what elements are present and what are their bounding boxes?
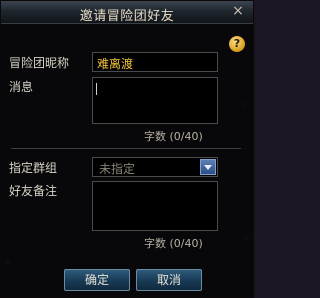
group-selected-value: 未指定	[99, 162, 136, 176]
nickname-field: 难离渡	[92, 52, 218, 72]
confirm-button[interactable]: 确定	[64, 269, 130, 291]
invite-friend-dialog: 邀请冒险团好友 × ? 冒险团昵称 难离渡 消息 字数 (0/40) 指定群组 …	[0, 0, 254, 298]
group-label: 指定群组	[9, 161, 58, 175]
dialog-titlebar[interactable]: 邀请冒险团好友 ×	[1, 1, 253, 24]
close-icon[interactable]: ×	[231, 4, 245, 18]
remark-char-counter: 字数 (0/40)	[144, 237, 203, 250]
cancel-button[interactable]: 取消	[136, 269, 202, 291]
message-char-counter: 字数 (0/40)	[144, 130, 203, 143]
message-label: 消息	[9, 80, 34, 94]
group-select[interactable]: 未指定	[92, 157, 218, 177]
chevron-down-icon[interactable]	[200, 159, 216, 175]
dialog-title: 邀请冒险团好友	[79, 9, 175, 24]
nickname-value: 难离渡	[97, 57, 134, 71]
nickname-label: 冒险团昵称	[9, 56, 70, 70]
remark-label: 好友备注	[9, 184, 58, 198]
text-caret	[96, 83, 97, 95]
remark-input[interactable]	[92, 181, 218, 231]
help-icon[interactable]: ?	[229, 36, 245, 52]
message-input[interactable]	[92, 77, 218, 124]
section-divider	[11, 148, 241, 149]
